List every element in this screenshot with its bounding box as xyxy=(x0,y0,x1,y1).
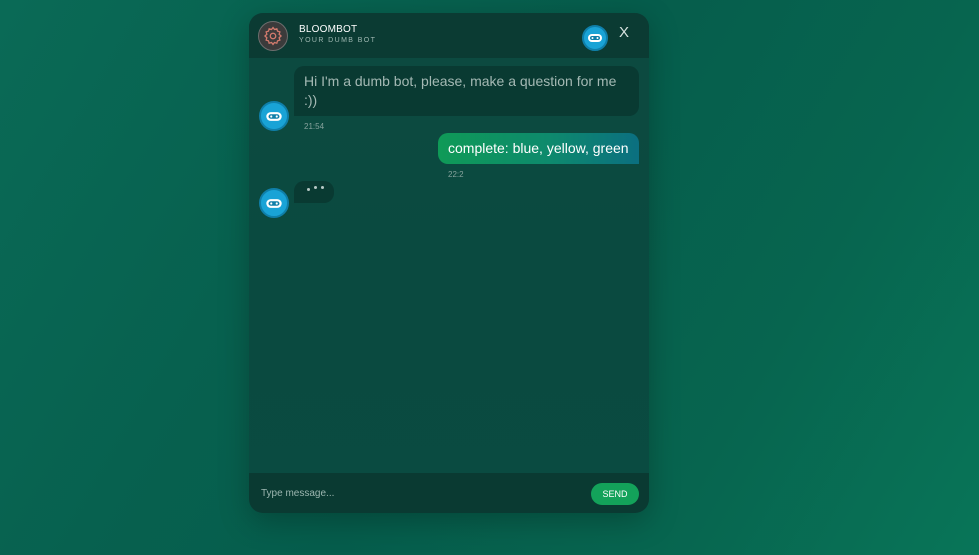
chat-window: BLOOMBOT YOUR DUMB BOT X Hi I'm a dumb b… xyxy=(249,13,649,513)
chat-header: BLOOMBOT YOUR DUMB BOT X xyxy=(249,13,649,58)
send-button[interactable]: SEND xyxy=(591,483,639,505)
message-timestamp: 21:54 xyxy=(304,122,325,131)
message-composer: SEND xyxy=(249,473,649,513)
bot-face-icon xyxy=(265,111,283,122)
message-input[interactable] xyxy=(261,485,571,501)
typing-indicator xyxy=(294,181,334,203)
bot-avatar xyxy=(259,101,289,131)
user-message: complete: blue, yellow, green xyxy=(438,133,639,164)
typing-dot xyxy=(307,188,310,191)
gear-icon xyxy=(262,25,284,47)
typing-dot xyxy=(314,186,317,189)
typing-dot xyxy=(321,186,324,189)
chat-title: BLOOMBOT xyxy=(299,24,358,35)
bot-face-icon xyxy=(587,33,603,43)
bot-face-icon xyxy=(265,198,283,209)
bot-avatar xyxy=(259,188,289,218)
chat-subtitle: YOUR DUMB BOT xyxy=(299,37,377,44)
close-button[interactable]: X xyxy=(619,24,629,41)
bot-avatar xyxy=(582,25,608,51)
bot-message: Hi I'm a dumb bot, please, make a questi… xyxy=(294,66,639,116)
settings-button[interactable] xyxy=(258,21,288,51)
message-timestamp: 22:2 xyxy=(448,170,464,179)
